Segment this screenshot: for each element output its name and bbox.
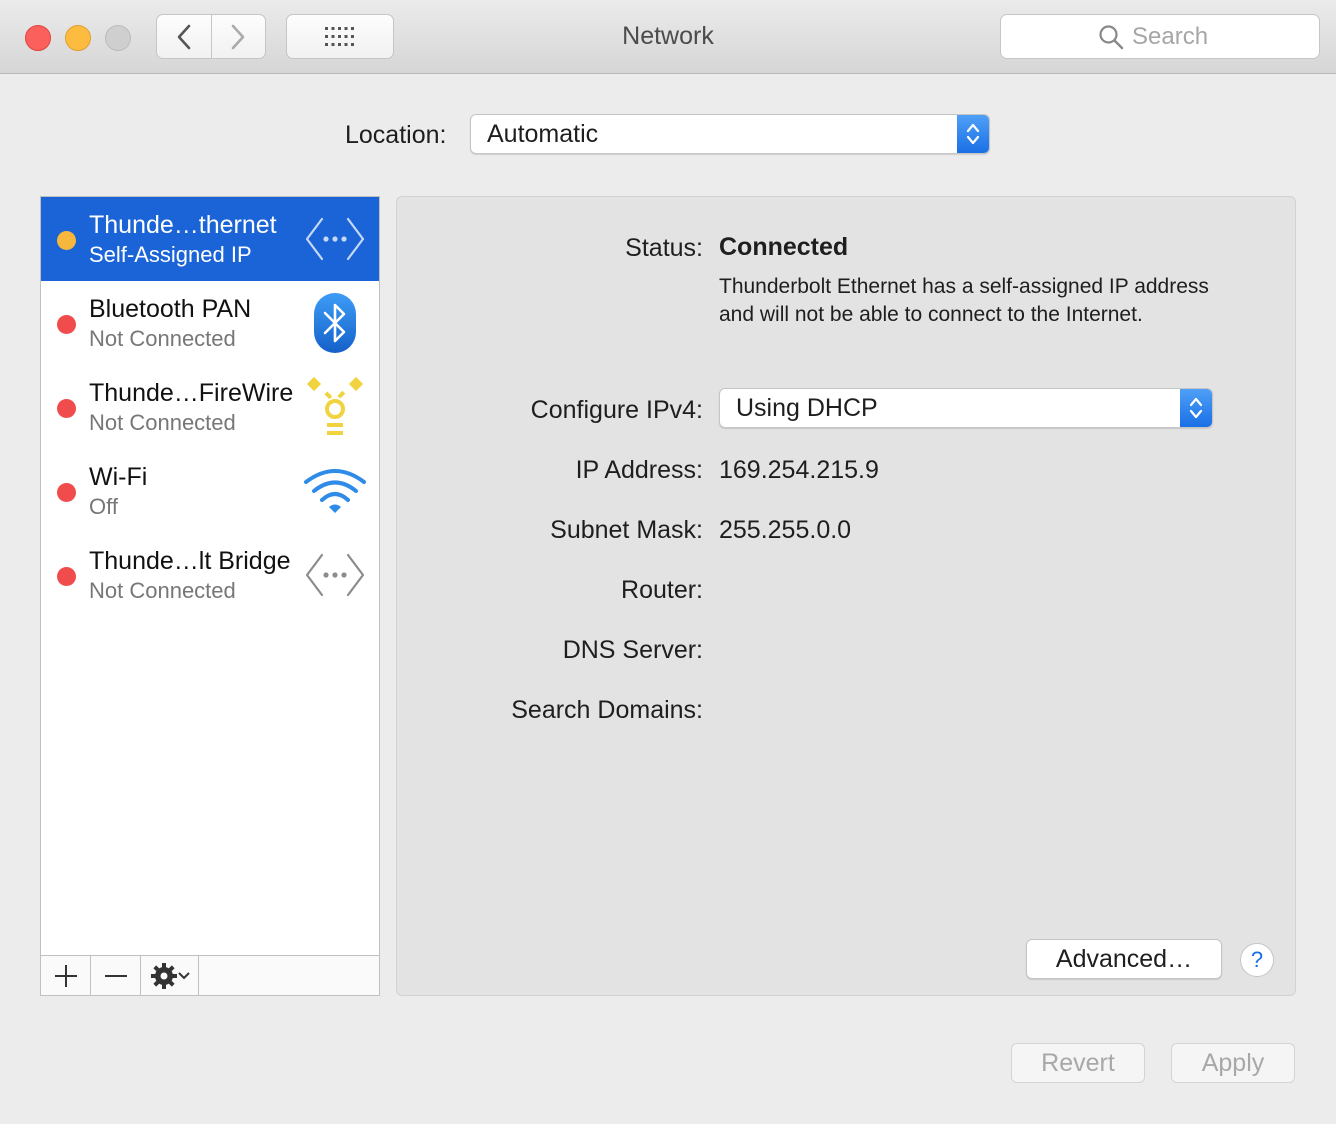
service-item-bluetooth-pan[interactable]: Bluetooth PAN Not Connected xyxy=(41,281,379,365)
help-button[interactable]: ? xyxy=(1240,943,1274,977)
status-dot xyxy=(57,399,76,418)
service-list-toolbar xyxy=(41,955,379,995)
service-status: Not Connected xyxy=(89,578,236,603)
status-dot xyxy=(57,483,76,502)
service-name: Thunde…lt Bridge xyxy=(89,547,291,575)
configure-ipv4-popup[interactable]: Using DHCP xyxy=(719,388,1213,428)
service-status: Not Connected xyxy=(89,410,236,435)
status-description: Thunderbolt Ethernet has a self-assigned… xyxy=(719,275,1209,326)
router-label: Router: xyxy=(621,576,703,604)
service-status: Off xyxy=(89,494,118,519)
revert-button[interactable]: Revert xyxy=(1011,1043,1145,1083)
plus-icon xyxy=(54,964,77,987)
status-label: Status: xyxy=(625,234,703,262)
location-popup[interactable]: Automatic xyxy=(470,114,990,154)
advanced-button[interactable]: Advanced… xyxy=(1026,939,1222,979)
subnet-mask-value: 255.255.0.0 xyxy=(719,516,852,544)
search-field[interactable] xyxy=(1000,14,1320,59)
location-value: Automatic xyxy=(487,119,599,148)
bridge-arrows-icon xyxy=(303,543,367,607)
service-name: Thunde…thernet xyxy=(89,211,277,239)
ip-address-label: IP Address: xyxy=(575,456,703,484)
minus-icon xyxy=(104,974,127,977)
firewire-icon xyxy=(303,375,367,439)
search-domains-label: Search Domains: xyxy=(511,696,703,724)
gear-icon xyxy=(150,962,177,989)
remove-service-button[interactable] xyxy=(91,956,141,995)
status-dot xyxy=(57,315,76,334)
service-status: Self-Assigned IP xyxy=(89,242,252,267)
wifi-icon xyxy=(303,459,367,523)
popup-stepper-icon xyxy=(1180,389,1212,427)
service-name: Wi-Fi xyxy=(89,463,148,491)
service-item-thunderbolt-bridge[interactable]: Thunde…lt Bridge Not Connected xyxy=(41,533,379,617)
service-name: Thunde…FireWire xyxy=(89,379,294,407)
ip-address-value: 169.254.215.9 xyxy=(719,456,879,484)
configure-ipv4-value: Using DHCP xyxy=(736,393,878,422)
configure-ipv4-label: Configure IPv4: xyxy=(530,396,703,424)
search-input[interactable] xyxy=(1132,22,1222,51)
add-service-button[interactable] xyxy=(41,956,91,995)
title-bar: Network xyxy=(0,0,1336,74)
service-status: Not Connected xyxy=(89,326,236,351)
chevron-down-icon xyxy=(177,971,190,979)
status-value: Connected xyxy=(719,233,849,261)
action-menu-button[interactable] xyxy=(141,956,199,995)
ethernet-arrows-icon xyxy=(303,207,367,271)
subnet-mask-label: Subnet Mask: xyxy=(550,516,703,544)
location-label: Location: xyxy=(345,121,447,149)
service-list: Thunde…thernet Self-Assigned IP Bluetoot… xyxy=(40,196,380,996)
service-detail-panel: Status: Connected Thunderbolt Ethernet h… xyxy=(396,196,1296,996)
search-icon xyxy=(1099,24,1124,49)
dns-server-label: DNS Server: xyxy=(562,636,703,664)
popup-stepper-icon xyxy=(957,115,989,153)
service-item-wifi[interactable]: Wi-Fi Off xyxy=(41,449,379,533)
status-dot xyxy=(57,567,76,586)
service-item-thunderbolt-firewire[interactable]: Thunde…FireWire Not Connected xyxy=(41,365,379,449)
service-name: Bluetooth PAN xyxy=(89,295,252,323)
status-dot xyxy=(57,231,76,250)
bluetooth-icon xyxy=(303,291,367,355)
apply-button[interactable]: Apply xyxy=(1171,1043,1295,1083)
service-item-thunderbolt-ethernet[interactable]: Thunde…thernet Self-Assigned IP xyxy=(41,197,379,281)
